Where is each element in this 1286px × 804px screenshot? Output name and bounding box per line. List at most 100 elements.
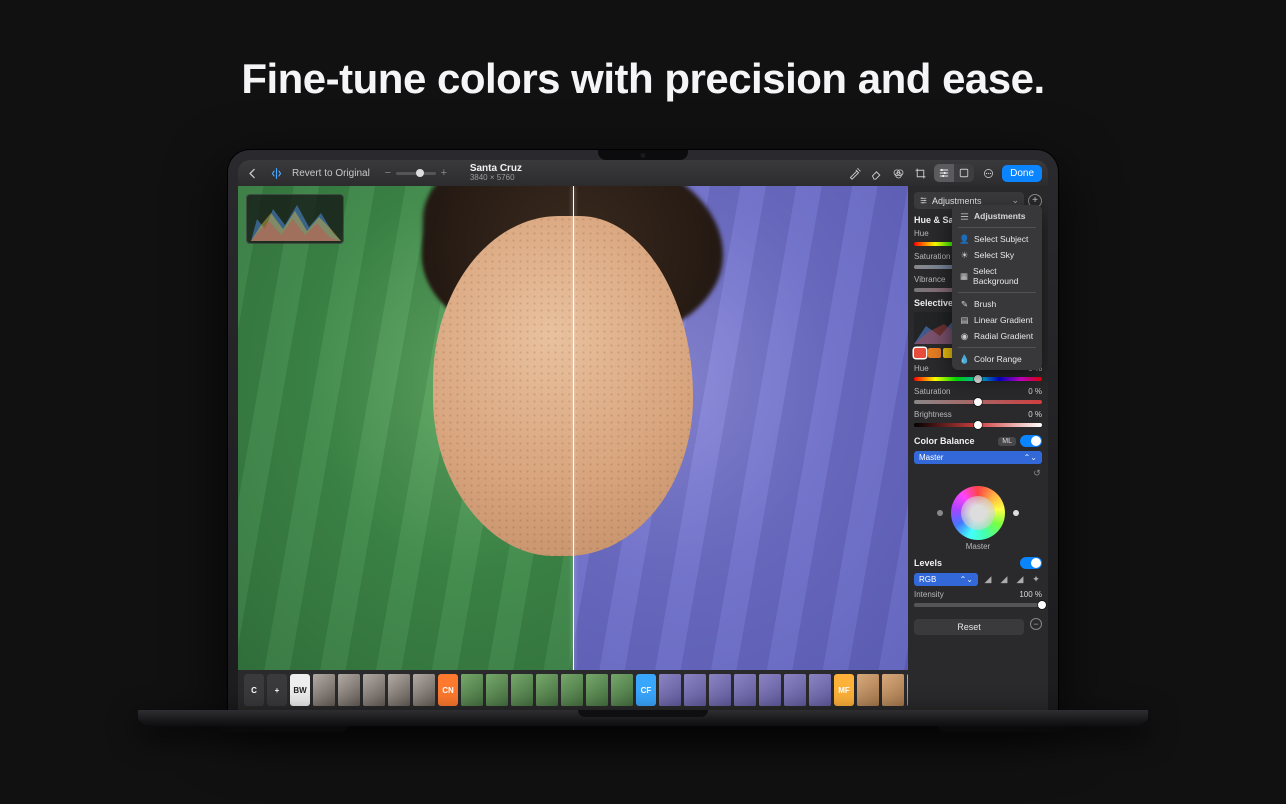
levels-title: Levels <box>914 558 942 568</box>
menu-linear-gradient[interactable]: ▤Linear Gradient <box>952 312 1042 328</box>
reset-button[interactable]: Reset <box>914 619 1024 635</box>
document-title-block: Santa Cruz 3840 × 5760 <box>470 163 522 183</box>
color-balance-range-select[interactable]: Master⌃⌄ <box>914 451 1042 464</box>
filters-icon[interactable] <box>890 165 906 181</box>
color-wheel-reset-icon[interactable]: ↺ <box>1032 468 1042 478</box>
color-balance-title: Color Balance <box>914 436 975 446</box>
preset-thumbnail[interactable] <box>659 674 681 706</box>
sc-saturation-slider[interactable] <box>914 400 1042 404</box>
laptop-base <box>138 710 1148 726</box>
background-icon: ▦ <box>960 272 968 281</box>
preset-filmstrip[interactable]: C + BW CN CF <box>238 670 908 710</box>
color-wheel-handle[interactable] <box>973 508 983 518</box>
sky-icon: ☀ <box>960 251 969 260</box>
sc-hue-label: Hue <box>914 364 929 373</box>
preset-custom-tag[interactable]: C <box>244 674 264 706</box>
vibrance-label: Vibrance <box>914 275 945 284</box>
color-swatch[interactable] <box>928 348 940 358</box>
preset-thumbnail[interactable] <box>511 674 533 706</box>
preset-thumbnail[interactable] <box>536 674 558 706</box>
preset-thumbnail[interactable] <box>561 674 583 706</box>
preset-thumbnail[interactable] <box>388 674 410 706</box>
eraser-icon[interactable] <box>868 165 884 181</box>
crop-icon[interactable] <box>912 165 928 181</box>
compare-icon[interactable] <box>268 165 284 181</box>
preset-thumbnail[interactable] <box>586 674 608 706</box>
adjustments-panel-toggle[interactable] <box>934 164 954 182</box>
preset-thumbnail[interactable] <box>809 674 831 706</box>
sc-brightness-label: Brightness <box>914 410 952 419</box>
sc-brightness-slider[interactable] <box>914 423 1042 427</box>
preset-thumbnail[interactable] <box>413 674 435 706</box>
zoom-in-button[interactable]: + <box>440 167 448 179</box>
remove-adjustment-button[interactable]: − <box>1030 618 1042 630</box>
preset-thumbnail[interactable] <box>882 674 904 706</box>
preset-thumbnail[interactable] <box>784 674 806 706</box>
magic-wand-icon[interactable] <box>846 165 862 181</box>
sc-brightness-value: 0 % <box>1028 410 1042 419</box>
menu-select-sky[interactable]: ☀Select Sky <box>952 247 1042 263</box>
menu-header-adjustments: Adjustments <box>952 208 1042 224</box>
preset-thumbnail[interactable] <box>313 674 335 706</box>
menu-radial-gradient[interactable]: ◉Radial Gradient <box>952 328 1042 344</box>
adjustments-dropdown-menu: Adjustments 👤Select Subject ☀Select Sky … <box>952 205 1042 370</box>
color-wheel-label: Master <box>914 542 1042 551</box>
toolbar: Revert to Original − + Santa Cruz 3840 ×… <box>238 160 1048 186</box>
preset-thumbnail[interactable] <box>461 674 483 706</box>
sc-saturation-value: 0 % <box>1028 387 1042 396</box>
color-swatch[interactable] <box>914 348 926 358</box>
adjustments-dropdown-label: Adjustments <box>932 196 982 206</box>
preset-thumbnail[interactable] <box>759 674 781 706</box>
compare-slider-handle[interactable] <box>573 186 574 670</box>
done-button[interactable]: Done <box>1002 165 1042 182</box>
preset-thumbnail[interactable] <box>684 674 706 706</box>
menu-select-subject[interactable]: 👤Select Subject <box>952 231 1042 247</box>
levels-toggle[interactable] <box>1020 557 1042 569</box>
preset-mf-tag[interactable]: MF <box>834 674 854 706</box>
preset-cf-tag[interactable]: CF <box>636 674 656 706</box>
intensity-slider[interactable] <box>914 603 1042 607</box>
eyedropper-white-icon[interactable]: ◢ <box>1014 574 1026 586</box>
histogram-overlay[interactable] <box>246 194 344 244</box>
brush-icon: ✎ <box>960 300 969 309</box>
laptop-frame: Revert to Original − + Santa Cruz 3840 ×… <box>228 150 1058 726</box>
eyedropper-gray-icon[interactable]: ◢ <box>998 574 1010 586</box>
menu-color-range[interactable]: 💧Color Range <box>952 351 1042 367</box>
menu-brush[interactable]: ✎Brush <box>952 296 1042 312</box>
revert-to-original[interactable]: Revert to Original <box>292 168 370 179</box>
color-wheel[interactable] <box>951 486 1005 540</box>
intensity-label: Intensity <box>914 590 944 599</box>
eyedropper-black-icon[interactable]: ◢ <box>982 574 994 586</box>
ml-badge[interactable]: ML <box>998 437 1016 446</box>
sc-hue-slider[interactable] <box>914 377 1042 381</box>
more-options-icon[interactable] <box>980 165 996 181</box>
preset-thumbnail[interactable] <box>611 674 633 706</box>
auto-levels-icon[interactable]: ✦ <box>1030 574 1042 586</box>
preset-thumbnail[interactable] <box>734 674 756 706</box>
hue-label: Hue <box>914 229 929 238</box>
back-button[interactable] <box>244 165 260 181</box>
person-icon: 👤 <box>960 235 969 244</box>
sliders-icon <box>919 196 928 205</box>
menu-select-background[interactable]: ▦Select Background <box>952 263 1042 289</box>
preset-thumbnail[interactable] <box>486 674 508 706</box>
info-panel-toggle[interactable] <box>954 164 974 182</box>
radial-gradient-icon: ◉ <box>960 332 969 341</box>
preset-cn-tag[interactable]: CN <box>438 674 458 706</box>
preset-thumbnail[interactable] <box>338 674 360 706</box>
preset-thumbnail[interactable] <box>709 674 731 706</box>
zoom-slider[interactable]: − + <box>384 167 448 179</box>
preset-add-button[interactable]: + <box>267 674 287 706</box>
saturation-label: Saturation <box>914 252 950 261</box>
levels-channel-select[interactable]: RGB⌃⌄ <box>914 573 978 586</box>
color-balance-toggle[interactable] <box>1020 435 1042 447</box>
wheel-dark-point[interactable] <box>937 510 943 516</box>
linear-gradient-icon: ▤ <box>960 316 969 325</box>
preset-bw-tag[interactable]: BW <box>290 674 310 706</box>
preset-thumbnail[interactable] <box>857 674 879 706</box>
app-screen: Revert to Original − + Santa Cruz 3840 ×… <box>238 160 1048 710</box>
image-canvas[interactable] <box>238 186 908 670</box>
wheel-light-point[interactable] <box>1013 510 1019 516</box>
zoom-out-button[interactable]: − <box>384 167 392 179</box>
preset-thumbnail[interactable] <box>363 674 385 706</box>
